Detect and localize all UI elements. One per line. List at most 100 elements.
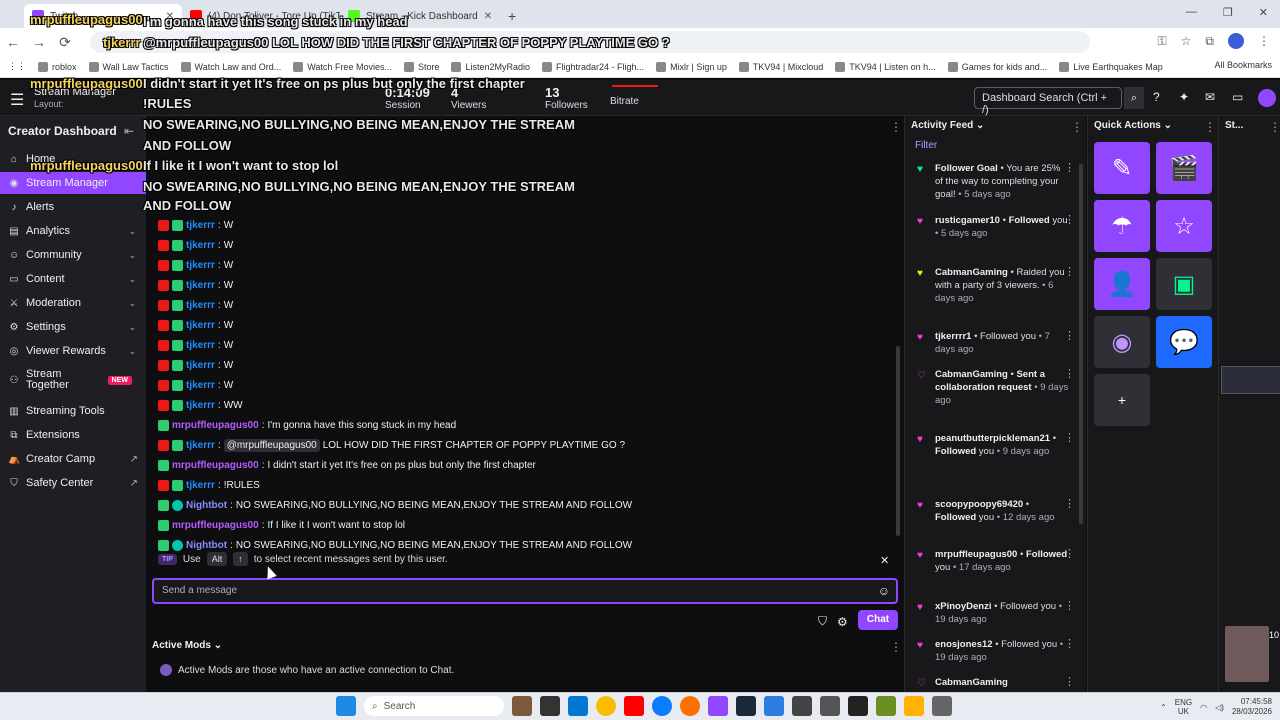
chat-message[interactable]: tjkerrr: W xyxy=(158,336,233,354)
chat-message[interactable]: mrpuffleupagus00: I didn't start it yet I… xyxy=(158,456,536,474)
chat-username[interactable]: tjkerrr xyxy=(186,380,215,391)
green-badge-icon[interactable] xyxy=(172,399,183,411)
activity-username[interactable]: tjkerrrr1 xyxy=(935,331,971,342)
bookmark-star-icon[interactable]: ☆ xyxy=(1181,34,1192,48)
task-view-icon[interactable] xyxy=(540,696,560,716)
activity-more-icon[interactable]: ⋮ xyxy=(1064,638,1075,651)
chat-message[interactable]: tjkerrr: W xyxy=(158,276,233,294)
reload-icon[interactable]: ⟳ xyxy=(52,34,78,51)
browser-tab[interactable]: Stream - Kick Dashboard ✕ xyxy=(340,4,498,28)
activity-more-icon[interactable]: ⋮ xyxy=(1064,432,1075,445)
activity-more-icon[interactable]: ⋮ xyxy=(1064,368,1075,381)
activity-item[interactable]: ♥ CabmanGaming • Raided you with a party … xyxy=(917,266,1075,305)
red-badge-icon[interactable] xyxy=(158,379,169,391)
chat-username[interactable]: tjkerrr xyxy=(186,340,215,351)
activity-username[interactable]: CabmanGaming xyxy=(935,677,1008,688)
edge-icon[interactable] xyxy=(652,696,672,716)
green-badge-icon[interactable] xyxy=(172,219,183,231)
emote-picker-icon[interactable]: ☺ xyxy=(878,584,890,598)
feature-button[interactable]: ☆ xyxy=(1156,200,1212,252)
whispers-icon[interactable]: ▭ xyxy=(1232,90,1243,104)
key-icon[interactable]: ⚿ xyxy=(1158,34,1167,49)
clip-button[interactable]: 🎬 xyxy=(1156,142,1212,194)
chat-username[interactable]: tjkerrr xyxy=(186,360,215,371)
obs-icon[interactable] xyxy=(848,696,868,716)
widget-icon[interactable] xyxy=(512,696,532,716)
green-badge-icon[interactable] xyxy=(172,259,183,271)
sidebar-item-stream-manager[interactable]: ◉ Stream Manager xyxy=(0,172,146,194)
chat-message[interactable]: tjkerrr: W xyxy=(158,236,233,254)
green-badge-icon[interactable] xyxy=(158,459,169,471)
browser-tab[interactable]: (4) Don Toliver - Tore Up (TikTo...✕ xyxy=(182,4,340,28)
collapse-icon[interactable]: ⇤ xyxy=(124,124,134,138)
wifi-icon[interactable]: ◠ xyxy=(1200,703,1207,712)
chat-mention[interactable]: @mrpuffleupagus00 xyxy=(223,438,320,452)
add-user-button[interactable]: 👤 xyxy=(1094,258,1150,310)
green-badge-icon[interactable] xyxy=(172,279,183,291)
taskbar-search[interactable]: ⌕ Search xyxy=(364,696,504,716)
drop-button[interactable]: ☂ xyxy=(1094,200,1150,252)
red-badge-icon[interactable] xyxy=(158,359,169,371)
green-badge-icon[interactable] xyxy=(158,419,169,431)
green-badge-icon[interactable] xyxy=(172,299,183,311)
red-badge-icon[interactable] xyxy=(158,479,169,491)
close-tab-icon[interactable]: ✕ xyxy=(484,11,492,22)
edit-stream-info-button[interactable]: ✎ xyxy=(1094,142,1150,194)
activity-more-icon[interactable]: ⋮ xyxy=(1064,214,1075,227)
close-tab-icon[interactable]: ✕ xyxy=(166,11,174,22)
activity-item[interactable]: ♥ scoopypoopy69420 • Followed you • 12 da… xyxy=(917,498,1075,524)
green-badge-icon[interactable] xyxy=(172,439,183,451)
chat-message[interactable]: tjkerrr: W xyxy=(158,256,233,274)
sidebar-item-stream-together[interactable]: ⚇ Stream Together NEW xyxy=(0,366,146,394)
red-badge-icon[interactable] xyxy=(158,279,169,291)
dashboard-search-input[interactable]: Dashboard Search (Ctrl + /) xyxy=(974,87,1122,116)
hamburger-menu-icon[interactable]: ☰ xyxy=(10,90,24,110)
activity-username[interactable]: scoopypoopy69420 xyxy=(935,499,1023,510)
chat-username[interactable]: tjkerrr xyxy=(186,300,215,311)
activity-username[interactable]: xPinoyDenzi xyxy=(935,601,992,612)
chat-username[interactable]: tjkerrr xyxy=(186,280,215,291)
chat-settings-icon[interactable]: ⚙ xyxy=(837,615,848,629)
menu-icon[interactable]: ⋮ xyxy=(1258,34,1270,48)
activity-more-icon[interactable]: ⋮ xyxy=(1064,600,1075,613)
inbox-icon[interactable]: ✉ xyxy=(1205,90,1215,104)
activity-more-icon[interactable]: ⋮ xyxy=(1064,498,1075,511)
chat-username[interactable]: tjkerrr xyxy=(186,260,215,271)
activity-username[interactable]: enosjones12 xyxy=(935,639,993,650)
chat-message[interactable]: tjkerrr: W xyxy=(158,316,233,334)
sidebar-item-community[interactable]: ☺ Community ⌄ xyxy=(0,244,146,266)
activity-menu-icon[interactable]: ⋮ xyxy=(1071,120,1083,134)
app-icon-2[interactable] xyxy=(708,696,728,716)
sidebar-item-streaming-tools[interactable]: ▥ Streaming Tools xyxy=(0,400,146,422)
chat-message[interactable]: Nightbot: NO SWEARING,NO BULLYING,NO BEIN… xyxy=(158,496,632,514)
active-mods-menu-icon[interactable]: ⋮ xyxy=(890,640,902,654)
language-indicator[interactable]: ENG UK xyxy=(1175,698,1192,716)
chat-menu-icon[interactable]: ⋮ xyxy=(890,120,902,134)
chat-username[interactable]: Nightbot xyxy=(186,500,227,511)
bookmark-item[interactable]: Listen2MyRadio xyxy=(451,61,530,72)
activity-filter[interactable]: Filter xyxy=(915,140,937,151)
bookmark-item[interactable]: TKV94 | Mixcloud xyxy=(738,61,823,72)
bot-badge-icon[interactable] xyxy=(172,539,183,551)
chat-message[interactable]: tjkerrr: W xyxy=(158,356,233,374)
chat-send-button[interactable]: Chat xyxy=(858,610,898,630)
back-icon[interactable]: ← xyxy=(0,34,26,50)
restore-icon[interactable]: ❐ xyxy=(1223,6,1233,19)
tray-chevron-icon[interactable]: ⌃ xyxy=(1160,703,1167,712)
green-badge-icon[interactable] xyxy=(158,539,169,551)
bookmark-item[interactable]: Watch Free Movies... xyxy=(293,61,392,72)
apps-icon[interactable]: ⋮⋮ xyxy=(8,61,26,72)
activity-item[interactable]: ♥ enosjones12 • Followed you • 19 days ag… xyxy=(917,638,1075,664)
store-icon[interactable] xyxy=(568,696,588,716)
red-badge-icon[interactable] xyxy=(158,399,169,411)
red-badge-icon[interactable] xyxy=(158,339,169,351)
activity-more-icon[interactable]: ⋮ xyxy=(1064,676,1075,689)
clock[interactable]: 07:45:58 28/03/2026 xyxy=(1232,697,1272,717)
chat-message-input[interactable]: Send a message ☺ xyxy=(152,578,898,604)
activity-username[interactable]: CabmanGaming xyxy=(935,369,1008,380)
steam-icon[interactable] xyxy=(736,696,756,716)
sidebar-item-moderation[interactable]: ⚔ Moderation ⌄ xyxy=(0,292,146,314)
activity-username[interactable]: peanutbutterpickleman21 xyxy=(935,433,1050,444)
activity-more-icon[interactable]: ⋮ xyxy=(1064,162,1075,175)
quick-actions-menu-icon[interactable]: ⋮ xyxy=(1204,120,1216,134)
